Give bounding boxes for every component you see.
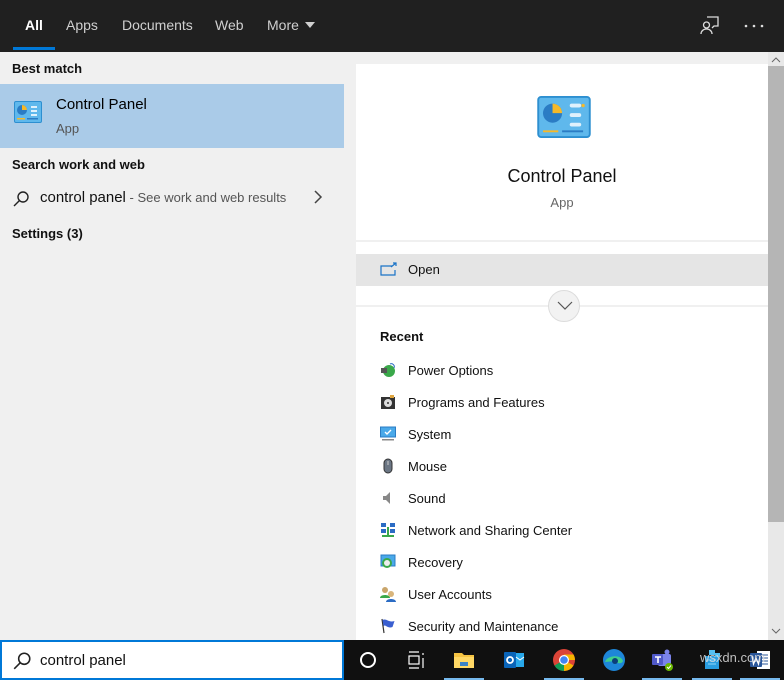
tab-web[interactable]: Web [215, 0, 244, 52]
scroll-down-icon[interactable] [771, 626, 781, 636]
tab-more-label: More [267, 17, 299, 33]
recent-item[interactable]: Mouse [356, 454, 768, 482]
results-panel: Best match Control Panel App Search work… [0, 52, 344, 640]
tab-all[interactable]: All [13, 0, 55, 52]
task-view-button[interactable] [392, 640, 440, 680]
programs-features-icon [381, 395, 395, 409]
web-search-result[interactable]: control panel - See work and web results [0, 184, 344, 212]
recent-item[interactable]: Network and Sharing Center [356, 518, 768, 546]
tab-documents[interactable]: Documents [122, 0, 193, 52]
recent-item[interactable]: Sound [356, 486, 768, 514]
scrollbar-thumb[interactable] [768, 66, 784, 522]
details-panel: Control Panel App Open Recent Power Opti… [356, 64, 768, 640]
windows-search-window: All Apps Documents Web More Best match C… [0, 0, 784, 680]
cortana-icon [360, 652, 376, 668]
recent-item-label: Mouse [408, 459, 448, 474]
recent-item[interactable]: User Accounts [356, 582, 768, 610]
mouse-icon [383, 458, 393, 474]
open-button[interactable]: Open [356, 254, 768, 286]
recent-item[interactable]: Security and Maintenance [356, 614, 768, 642]
web-query-text: control panel [40, 189, 126, 206]
recent-item-label: Power Options [408, 363, 494, 378]
recent-item-label: Programs and Features [408, 395, 545, 410]
divider [356, 240, 768, 242]
recent-item-label: User Accounts [408, 587, 492, 602]
recent-header: Recent [380, 329, 424, 344]
chevron-right-icon[interactable] [312, 188, 324, 206]
recovery-icon [380, 554, 396, 568]
details-scrollbar[interactable] [768, 52, 784, 640]
teams-icon [652, 649, 673, 671]
best-match-header: Best match [12, 61, 83, 76]
taskbar-search-box[interactable] [0, 640, 344, 680]
file-explorer-icon [454, 653, 474, 668]
best-match-item[interactable]: Control Panel App [0, 84, 344, 148]
sound-icon [383, 492, 390, 504]
user-accounts-icon [380, 587, 396, 602]
cortana-button[interactable] [344, 640, 392, 680]
search-web-header: Search work and web [12, 157, 145, 172]
open-label: Open [408, 262, 440, 277]
details-subtitle: App [550, 195, 574, 210]
web-query-suffix: - See work and web results [125, 190, 287, 205]
recent-item-label: Recovery [408, 555, 463, 570]
details-top-gap [356, 52, 768, 64]
caret-down-icon [304, 22, 315, 28]
teams-button[interactable] [638, 640, 686, 680]
task-view-icon [408, 651, 424, 669]
recent-item-label: Sound [408, 491, 446, 506]
best-match-title: Control Panel [56, 96, 147, 113]
network-icon [381, 523, 395, 537]
chevron-down-icon [557, 301, 573, 310]
watermark: wsxdn.com [700, 650, 766, 665]
control-panel-large-icon [537, 96, 591, 138]
recent-item[interactable]: Recovery [356, 550, 768, 578]
details-title: Control Panel [507, 166, 617, 186]
more-options-icon[interactable] [742, 14, 766, 38]
edge-button[interactable] [590, 640, 638, 680]
chrome-button[interactable] [540, 640, 588, 680]
search-icon [13, 191, 29, 207]
security-flag-icon [381, 618, 395, 634]
file-explorer-button[interactable] [440, 640, 488, 680]
recent-item-label: Network and Sharing Center [408, 523, 573, 538]
settings-header[interactable]: Settings (3) [12, 226, 83, 241]
search-input[interactable] [40, 649, 330, 671]
edge-icon [603, 649, 625, 671]
recent-item-label: System [408, 427, 452, 442]
chrome-icon [553, 649, 575, 671]
recent-item[interactable]: System [356, 422, 768, 450]
search-filter-bar: All Apps Documents Web More [0, 0, 784, 52]
taskbar [0, 640, 784, 680]
control-panel-icon [14, 101, 42, 123]
recent-item[interactable]: Power Options [356, 358, 768, 386]
best-match-subtitle: App [56, 121, 80, 136]
search-icon [13, 652, 31, 670]
system-icon [380, 426, 396, 441]
outlook-button[interactable] [490, 640, 538, 680]
power-options-icon [381, 363, 395, 377]
recent-item-label: Security and Maintenance [408, 619, 559, 634]
tab-more[interactable]: More [267, 0, 315, 52]
outlook-icon [504, 652, 525, 668]
feedback-icon[interactable] [698, 14, 722, 38]
panel-divider [344, 52, 356, 640]
expand-button[interactable] [548, 290, 580, 322]
tab-apps[interactable]: Apps [66, 0, 98, 52]
scroll-up-icon[interactable] [771, 55, 781, 65]
recent-item[interactable]: Programs and Features [356, 390, 768, 418]
open-icon [380, 262, 397, 276]
web-search-query: control panel - See work and web results [40, 189, 286, 206]
